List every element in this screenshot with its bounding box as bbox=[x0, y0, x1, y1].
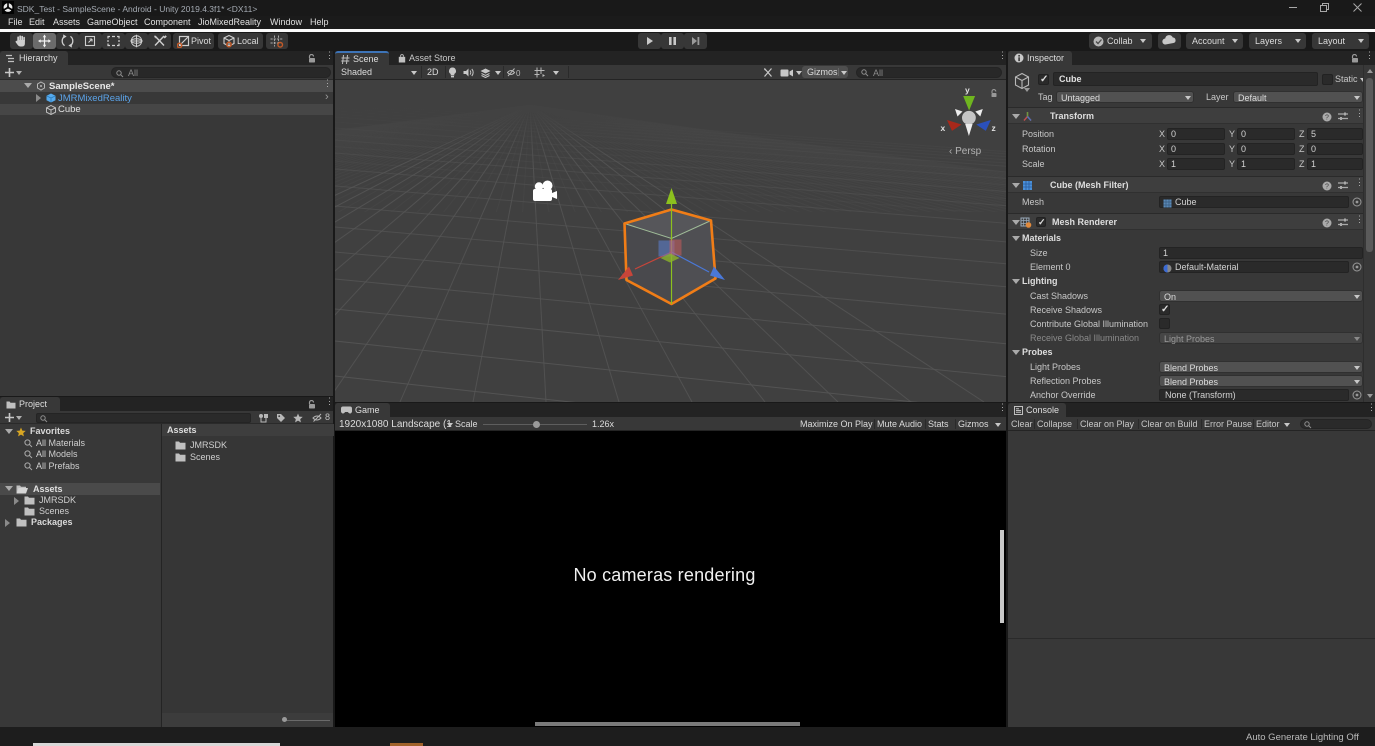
svg-text:y: y bbox=[965, 85, 970, 95]
svg-text:x: x bbox=[941, 123, 946, 133]
svg-text:z: z bbox=[992, 123, 996, 133]
svg-text:0: 0 bbox=[516, 69, 521, 77]
svg-text:?: ? bbox=[1325, 183, 1329, 190]
svg-text:?: ? bbox=[1325, 220, 1329, 227]
svg-text:?: ? bbox=[1325, 114, 1329, 121]
